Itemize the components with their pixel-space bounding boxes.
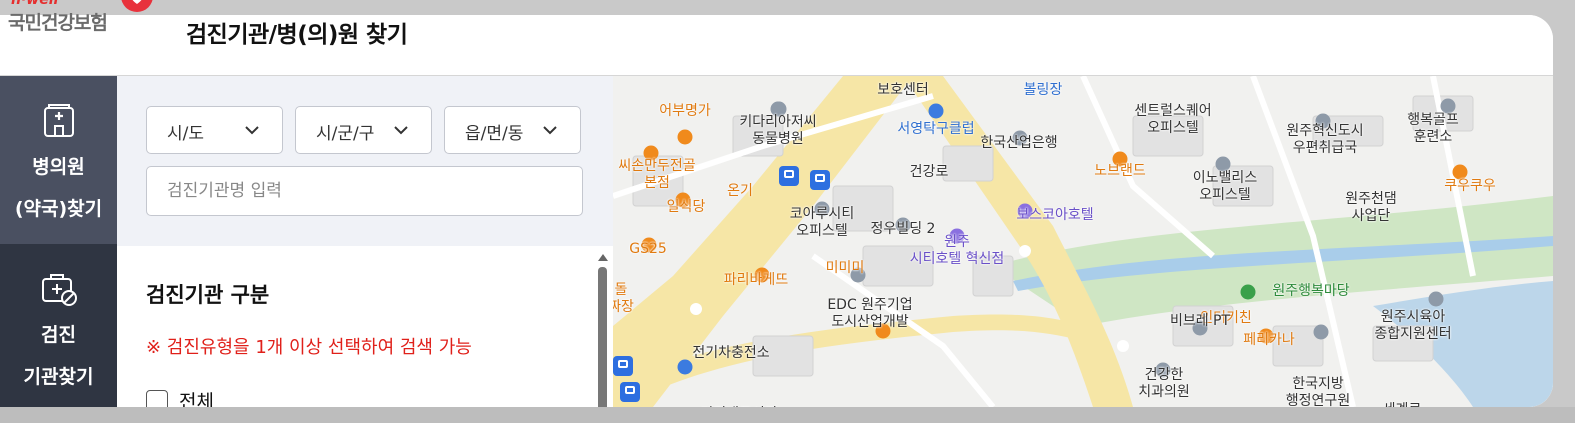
map-place-label[interactable]: 원주시육아 종합지원센터 bbox=[1374, 309, 1451, 343]
map-place-label[interactable]: 볼링장 bbox=[1024, 82, 1063, 99]
map-poi-marker-icon[interactable] bbox=[677, 129, 693, 145]
search-filter-area: 시/도 시/군/구 읍/면/동 bbox=[117, 76, 613, 246]
map-place-label[interactable]: 씨손만두전골 본점 bbox=[618, 158, 695, 192]
checkup-type-section: 검진기관 구분 ※ 검진유형을 1개 이상 선택하여 검색 가능 전체 bbox=[117, 246, 613, 407]
map-place-label[interactable]: 쿠우쿠우 bbox=[1444, 178, 1496, 195]
map-poi-marker-icon[interactable] bbox=[1313, 324, 1329, 340]
map-poi-marker-icon[interactable] bbox=[1428, 291, 1444, 307]
eupmyeondong-select-value: 읍/면/동 bbox=[465, 124, 524, 144]
eupmyeondong-select[interactable]: 읍/면/동 bbox=[444, 106, 581, 154]
map-place-label[interactable]: 이노밸리스 오피스텔 bbox=[1193, 170, 1257, 204]
map-place-label[interactable]: 돌 짜장 bbox=[613, 282, 634, 316]
map-place-label[interactable]: 보스코아호텔 bbox=[1016, 207, 1093, 224]
scroll-up-arrow-icon[interactable] bbox=[598, 254, 608, 261]
hospital-icon bbox=[43, 104, 74, 137]
map-place-label[interactable]: 센트럴스퀘어 오피스텔 bbox=[1134, 103, 1211, 137]
page-title: 검진기관/병(의)원 찾기 bbox=[186, 22, 408, 48]
map-place-label[interactable]: GS25 bbox=[629, 241, 667, 258]
bus-stop-icon[interactable] bbox=[620, 382, 640, 402]
nav-item-hospital-search[interactable]: 병의원 (약국)찾기 bbox=[0, 76, 117, 244]
map-place-label[interactable]: 원주 시티호텔 혁신점 bbox=[910, 234, 1005, 268]
map-place-label[interactable]: 건강한 치과의원 bbox=[1138, 367, 1190, 401]
nhis-logo[interactable]: h·well 국민건강보험 bbox=[8, 0, 158, 47]
map-place-label[interactable]: 코아루시티 오피스텔 bbox=[790, 206, 854, 240]
institution-name-input[interactable] bbox=[146, 166, 583, 216]
map-place-label[interactable]: 보호센터 bbox=[877, 82, 929, 99]
sigungu-select[interactable]: 시/군/구 bbox=[295, 106, 432, 154]
nav-item-label: 병의원 (약국)찾기 bbox=[14, 156, 103, 220]
map-place-label[interactable]: 서영탁구클럽 bbox=[897, 121, 974, 138]
map-place-label[interactable]: 미미미 bbox=[826, 260, 865, 277]
map-place-label[interactable]: 파리바게뜨 bbox=[724, 272, 788, 289]
map-place-label[interactable]: 노브랜드 bbox=[1094, 163, 1146, 180]
sidebar-nav: 병의원 (약국)찾기 검진 기관찾기 bbox=[0, 76, 117, 407]
all-checkbox-row[interactable]: 전체 bbox=[146, 387, 214, 407]
map-place-label[interactable]: 행복골프 훈련소 bbox=[1407, 112, 1459, 146]
map-place-label[interactable]: 온기 bbox=[727, 183, 753, 200]
map-poi-marker-icon[interactable] bbox=[677, 359, 693, 375]
map-place-label[interactable]: 페리카나 bbox=[1243, 332, 1295, 349]
all-checkbox-label: 전체 bbox=[179, 391, 214, 407]
map-place-label[interactable]: 원주혁신도시 우편취급국 bbox=[1286, 123, 1363, 157]
map-place-label[interactable]: 건강로 bbox=[910, 164, 949, 181]
sido-select-value: 시/도 bbox=[167, 124, 205, 144]
sigungu-select-value: 시/군/구 bbox=[316, 124, 375, 144]
medical-bag-icon bbox=[41, 274, 77, 306]
map-place-label[interactable]: 비브레 PT bbox=[1170, 313, 1230, 330]
map-place-label[interactable]: 어부명가 bbox=[659, 103, 711, 120]
bottom-overlay bbox=[0, 407, 1575, 423]
bus-stop-icon[interactable] bbox=[613, 356, 633, 376]
map-poi-marker-icon[interactable] bbox=[1240, 284, 1256, 300]
map-place-label[interactable]: 원주천댐 사업단 bbox=[1345, 191, 1397, 225]
map-place-label[interactable]: 전기차충전소 bbox=[692, 345, 769, 362]
heart-logo-icon bbox=[121, 0, 153, 12]
map-place-label[interactable]: 키다리아저씨 동물병원 bbox=[739, 114, 816, 148]
chevron-down-icon bbox=[245, 126, 259, 135]
chevron-down-icon bbox=[543, 126, 557, 135]
logo-name-text: 국민건강보험 bbox=[8, 12, 108, 34]
page-header: 검진기관/병(의)원 찾기 bbox=[0, 15, 1553, 76]
map-place-label[interactable]: 한국지방 행정연구원 bbox=[1286, 376, 1350, 407]
map-place-label[interactable]: EDC 원주기업 도시산업개발 bbox=[827, 297, 912, 331]
section-title: 검진기관 구분 bbox=[146, 283, 270, 307]
logo-sub-text: h·well bbox=[11, 0, 59, 8]
scrollbar[interactable] bbox=[597, 254, 608, 407]
map-poi-marker-icon[interactable] bbox=[928, 103, 944, 119]
bus-stop-icon[interactable] bbox=[810, 170, 830, 190]
all-checkbox[interactable] bbox=[146, 389, 168, 407]
map-place-label[interactable]: 원주행복마당 bbox=[1272, 283, 1349, 300]
main-panel: 검진기관/병(의)원 찾기 병의원 (약국)찾기 검진 기관찾기 시/도 시/군… bbox=[0, 15, 1553, 407]
map-place-label[interactable]: 한국산업은행 bbox=[980, 135, 1057, 152]
selection-notice: ※ 검진유형을 1개 이상 선택하여 검색 가능 bbox=[146, 337, 472, 358]
sido-select[interactable]: 시/도 bbox=[146, 106, 283, 154]
map-view[interactable]: 볼링장 보호센터어부명가키다리아저씨 동물병원 센트럴스퀘어 오피스텔원주혁신도시 … bbox=[613, 76, 1553, 407]
chevron-down-icon bbox=[394, 126, 408, 135]
scrollbar-thumb[interactable] bbox=[598, 267, 607, 407]
map-place-label[interactable]: 일식당 bbox=[667, 199, 706, 216]
nav-item-checkup-search[interactable]: 검진 기관찾기 bbox=[0, 244, 117, 407]
nav-item-label: 검진 기관찾기 bbox=[23, 324, 94, 388]
bus-stop-icon[interactable] bbox=[779, 166, 799, 186]
